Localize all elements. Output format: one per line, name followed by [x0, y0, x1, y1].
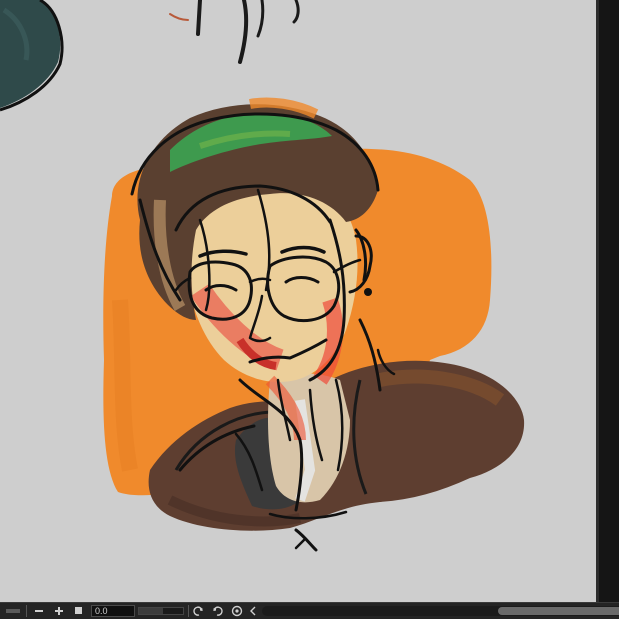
vertical-scrollbar[interactable]	[596, 0, 619, 602]
zoom-slider-fill	[139, 608, 164, 614]
zoom-input[interactable]: 0.0	[91, 605, 135, 617]
separator	[188, 605, 189, 617]
zoom-value: 0.0	[95, 606, 108, 616]
scrollbar-gutter	[596, 0, 599, 602]
plus-icon[interactable]	[52, 605, 66, 617]
artwork	[0, 0, 525, 552]
zoom-slider[interactable]	[138, 607, 184, 615]
rotate-right-icon[interactable]	[210, 605, 224, 617]
teal-shape-top-left	[0, 0, 64, 112]
top-sketch-strokes	[169, 0, 300, 64]
square-icon[interactable]	[72, 605, 86, 617]
navigator-icon[interactable]	[3, 605, 23, 617]
chevron-left-icon[interactable]	[247, 605, 259, 617]
horizontal-scrollbar-thumb[interactable]	[498, 607, 619, 615]
separator	[26, 605, 27, 617]
horizontal-scrollbar[interactable]	[262, 606, 619, 616]
drawing-app-window: 0.0	[0, 0, 619, 619]
rotate-left-icon[interactable]	[192, 605, 206, 617]
reset-rotation-icon[interactable]	[230, 605, 244, 617]
drawing-canvas[interactable]	[0, 0, 596, 602]
status-bar: 0.0	[0, 602, 619, 619]
minus-icon[interactable]	[32, 605, 46, 617]
